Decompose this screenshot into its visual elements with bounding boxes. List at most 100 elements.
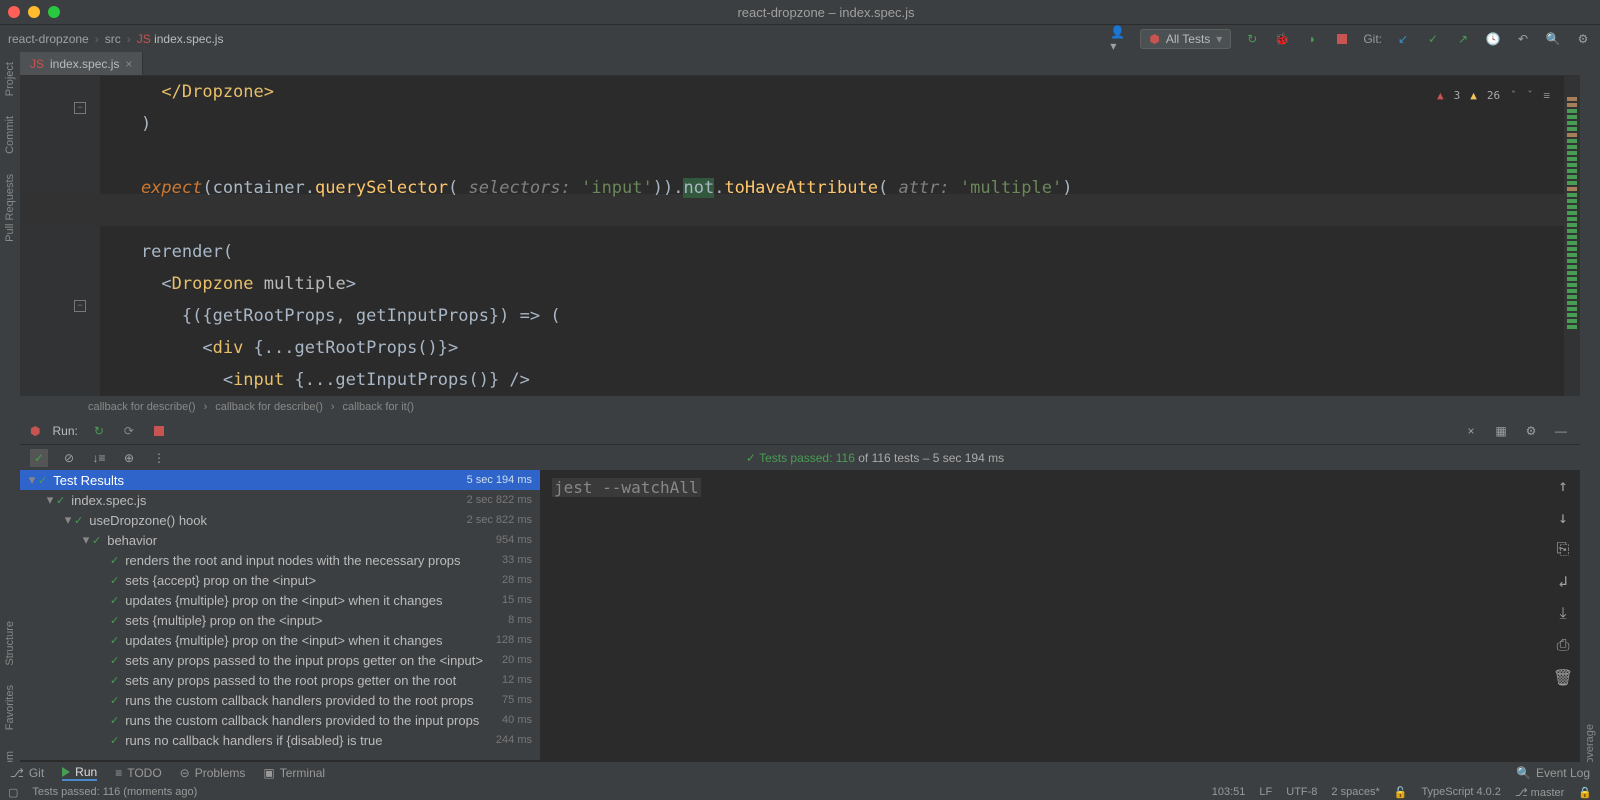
test-summary: ✓ Tests passed: 116 of 116 tests – 5 sec… [180, 451, 1570, 465]
readonly-icon[interactable]: 🔓 [1394, 786, 1408, 799]
stop-icon[interactable] [1333, 30, 1351, 48]
test-name: behavior [107, 533, 490, 548]
test-row[interactable]: ✓runs the custom callback handlers provi… [20, 710, 540, 730]
sort-icon[interactable]: ↓≡ [90, 449, 108, 467]
test-name: runs no callback handlers if {disabled} … [125, 733, 490, 748]
test-row[interactable]: ✓renders the root and input nodes with t… [20, 550, 540, 570]
export-icon[interactable]: ⎘ [1554, 540, 1572, 558]
more-icon[interactable]: ⋮ [150, 449, 168, 467]
project-tool[interactable]: Project [4, 62, 16, 96]
pass-icon: ✓ [110, 594, 119, 607]
rerun-failed-icon[interactable]: ⟳ [120, 422, 138, 440]
problems-tool[interactable]: ⊝ Problems [180, 766, 246, 780]
test-time: 2 sec 822 ms [467, 494, 532, 506]
test-time: 954 ms [496, 534, 532, 546]
settings-icon[interactable]: ⚙ [1574, 30, 1592, 48]
git-push-icon[interactable]: ↗ [1454, 30, 1472, 48]
print-icon[interactable]: ⎙ [1554, 636, 1572, 654]
test-row[interactable]: ✓sets {multiple} prop on the <input>8 ms [20, 610, 540, 630]
git-branch[interactable]: ⎇ master [1515, 786, 1564, 799]
git-tool[interactable]: ⎇ Git [10, 766, 44, 780]
run-icon[interactable]: ↻ [1243, 30, 1261, 48]
layout-icon[interactable]: ▦ [1492, 422, 1510, 440]
test-row[interactable]: ▾✓useDropzone() hook2 sec 822 ms [20, 510, 540, 530]
show-ignored-icon[interactable]: ⊘ [60, 449, 78, 467]
test-tree[interactable]: ▾✓Test Results5 sec 194 ms▾✓index.spec.j… [20, 470, 540, 760]
coverage-run-icon[interactable]: ◗ [1303, 30, 1321, 48]
expand-icon[interactable]: ▾ [62, 512, 74, 528]
test-time: 20 ms [502, 654, 532, 666]
expand-icon[interactable]: ▾ [26, 472, 38, 488]
test-console[interactable]: jest --watchAll ↑ ↓ ⎘ ↲ ⤓ ⎙ 🗑 [540, 470, 1580, 760]
trash-icon[interactable]: 🗑 [1554, 668, 1572, 686]
commit-tool[interactable]: Commit [4, 116, 16, 154]
maximize-icon[interactable] [48, 6, 60, 18]
error-stripe[interactable] [1564, 76, 1580, 418]
scroll-icon[interactable]: ⤓ [1554, 604, 1572, 622]
fold-icon[interactable]: − [74, 102, 86, 114]
caret-position[interactable]: 103:51 [1212, 786, 1246, 798]
minimize-icon[interactable] [28, 6, 40, 18]
down-icon[interactable]: ↓ [1554, 508, 1572, 526]
test-row[interactable]: ✓runs no callback handlers if {disabled}… [20, 730, 540, 750]
run-tool[interactable]: Run [62, 765, 97, 781]
crumb-item[interactable]: callback for describe() [88, 401, 196, 413]
debug-icon[interactable]: 🐞 [1273, 30, 1291, 48]
wrap-icon[interactable]: ↲ [1554, 572, 1572, 590]
revert-icon[interactable]: ↶ [1514, 30, 1532, 48]
show-passed-icon[interactable]: ✓ [30, 449, 48, 467]
close-icon[interactable]: × [1462, 422, 1480, 440]
expand-icon[interactable]: ▾ [44, 492, 56, 508]
test-row[interactable]: ✓runs the custom callback handlers provi… [20, 690, 540, 710]
test-row[interactable]: ✓sets {accept} prop on the <input>28 ms [20, 570, 540, 590]
pull-requests-tool[interactable]: Pull Requests [4, 174, 16, 242]
todo-tool[interactable]: ≡ TODO [115, 766, 161, 780]
run-config-dropdown[interactable]: ⬢All Tests▾ [1140, 29, 1231, 49]
status-icon[interactable]: ▢ [8, 786, 18, 799]
close-icon[interactable]: × [125, 57, 132, 71]
users-icon[interactable]: 👤▾ [1110, 30, 1128, 48]
test-name: useDropzone() hook [89, 513, 460, 528]
padlock-icon[interactable]: 🔒 [1578, 786, 1592, 799]
test-row[interactable]: ✓updates {multiple} prop on the <input> … [20, 630, 540, 650]
indent-setting[interactable]: 2 spaces* [1331, 786, 1379, 798]
search-icon[interactable]: 🔍 [1544, 30, 1562, 48]
up-icon[interactable]: ↑ [1554, 476, 1572, 494]
test-row[interactable]: ✓sets any props passed to the input prop… [20, 650, 540, 670]
test-row[interactable]: ✓sets any props passed to the root props… [20, 670, 540, 690]
favorites-tool[interactable]: Favorites [4, 685, 16, 730]
pass-icon: ✓ [110, 614, 119, 627]
crumb-project[interactable]: react-dropzone [8, 32, 89, 46]
typescript-version[interactable]: TypeScript 4.0.2 [1421, 786, 1501, 798]
right-tool-rail: Coverage [1580, 52, 1600, 772]
crumb-file[interactable]: JS index.spec.js [137, 32, 224, 46]
terminal-tool[interactable]: ▣ Terminal [263, 766, 325, 780]
git-commit-icon[interactable]: ✓ [1424, 30, 1442, 48]
stop-icon[interactable] [150, 422, 168, 440]
code-editor[interactable]: − − ▲3 ▲26 ˆˇ≡ </Dropzone> ) expect(cont… [20, 76, 1580, 418]
test-time: 12 ms [502, 674, 532, 686]
structure-tool[interactable]: Structure [4, 621, 16, 666]
history-icon[interactable]: 🕓 [1484, 30, 1502, 48]
gear-icon[interactable]: ⚙ [1522, 422, 1540, 440]
test-toolbar: ✓ ⊘ ↓≡ ⊕ ⋮ ✓ Tests passed: 116 of 116 te… [20, 444, 1580, 470]
line-separator[interactable]: LF [1259, 786, 1272, 798]
fold-icon[interactable]: − [74, 300, 86, 312]
rerun-icon[interactable]: ↻ [90, 422, 108, 440]
crumb-folder[interactable]: src [105, 32, 121, 46]
expand-icon[interactable]: ▾ [80, 532, 92, 548]
test-row[interactable]: ▾✓Test Results5 sec 194 ms [20, 470, 540, 490]
test-row[interactable]: ▾✓behavior954 ms [20, 530, 540, 550]
test-row[interactable]: ✓updates {multiple} prop on the <input> … [20, 590, 540, 610]
file-encoding[interactable]: UTF-8 [1286, 786, 1317, 798]
crumb-item[interactable]: callback for describe() [215, 401, 323, 413]
editor-tab[interactable]: JS index.spec.js × [20, 52, 143, 75]
expand-icon[interactable]: ⊕ [120, 449, 138, 467]
event-log-tool[interactable]: 🔍 Event Log [1516, 766, 1590, 780]
minimize-icon[interactable]: — [1552, 422, 1570, 440]
git-update-icon[interactable]: ↙ [1394, 30, 1412, 48]
close-icon[interactable] [8, 6, 20, 18]
test-row[interactable]: ▾✓index.spec.js2 sec 822 ms [20, 490, 540, 510]
chevron-right-icon: › [95, 32, 99, 46]
crumb-item[interactable]: callback for it() [343, 401, 415, 413]
